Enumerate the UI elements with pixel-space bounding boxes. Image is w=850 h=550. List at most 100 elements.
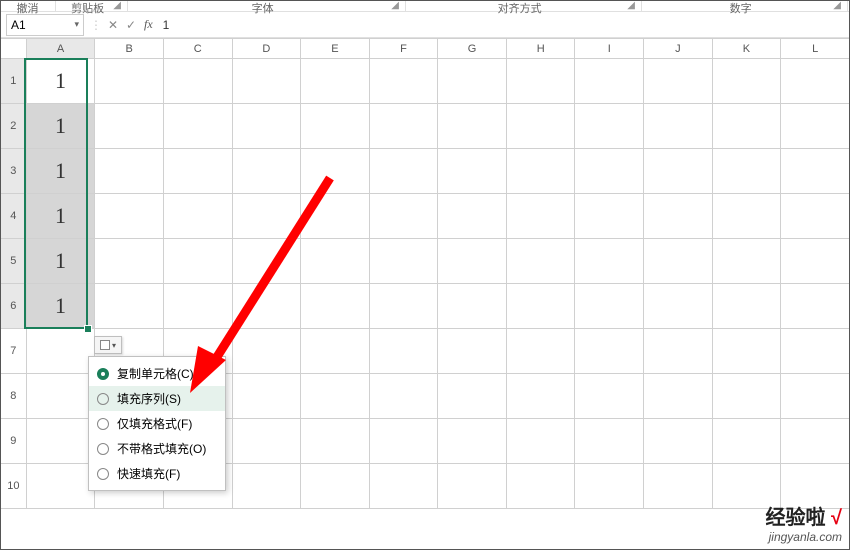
fill-handle[interactable] — [84, 325, 92, 333]
cell[interactable] — [506, 59, 575, 104]
cell[interactable] — [163, 149, 232, 194]
cell[interactable] — [232, 239, 301, 284]
cell[interactable] — [95, 149, 164, 194]
cell[interactable] — [369, 239, 438, 284]
col-header[interactable]: A — [26, 39, 95, 59]
cell[interactable] — [232, 149, 301, 194]
confirm-button[interactable]: ✓ — [122, 18, 140, 32]
cell[interactable] — [575, 374, 644, 419]
cell[interactable] — [781, 284, 850, 329]
menu-item-flash-fill[interactable]: 快速填充(F) — [89, 461, 225, 486]
cell[interactable] — [438, 149, 507, 194]
cell[interactable] — [301, 329, 370, 374]
cell[interactable] — [232, 194, 301, 239]
row-header[interactable]: 3 — [1, 149, 27, 194]
cell[interactable] — [369, 374, 438, 419]
cell[interactable] — [506, 104, 575, 149]
cell[interactable] — [369, 149, 438, 194]
cell[interactable] — [438, 59, 507, 104]
cell[interactable] — [712, 329, 781, 374]
col-header[interactable]: E — [301, 39, 370, 59]
cell[interactable] — [644, 59, 713, 104]
cell[interactable] — [95, 59, 164, 104]
cell[interactable] — [781, 419, 850, 464]
dialog-launcher-icon[interactable]: ◢ — [391, 0, 399, 11]
cell[interactable] — [301, 59, 370, 104]
row-header[interactable]: 1 — [1, 59, 27, 104]
cell[interactable] — [781, 374, 850, 419]
cell[interactable] — [506, 284, 575, 329]
select-all-corner[interactable] — [1, 39, 27, 59]
cell[interactable] — [232, 329, 301, 374]
cell[interactable] — [26, 374, 95, 419]
cell[interactable] — [575, 284, 644, 329]
cell-A6[interactable]: 1 — [26, 284, 95, 329]
dialog-launcher-icon[interactable]: ◢ — [627, 0, 635, 11]
menu-item-fill-series[interactable]: 填充序列(S) — [89, 386, 225, 411]
cell[interactable] — [506, 149, 575, 194]
cell[interactable] — [575, 329, 644, 374]
cell[interactable] — [163, 59, 232, 104]
cell[interactable] — [163, 239, 232, 284]
fx-icon[interactable]: fx — [144, 17, 153, 32]
cell[interactable] — [712, 149, 781, 194]
col-header[interactable]: G — [438, 39, 507, 59]
formula-input[interactable]: 1 — [157, 18, 170, 32]
cell[interactable] — [506, 374, 575, 419]
autofill-options-button[interactable]: ▾ — [94, 336, 122, 354]
cell[interactable] — [95, 104, 164, 149]
cell[interactable] — [301, 194, 370, 239]
cell[interactable] — [438, 329, 507, 374]
cell[interactable] — [781, 194, 850, 239]
cell[interactable] — [369, 104, 438, 149]
autofill-options-menu[interactable]: 复制单元格(C) 填充序列(S) 仅填充格式(F) 不带格式填充(O) 快速填充… — [88, 356, 226, 491]
menu-item-copy-cells[interactable]: 复制单元格(C) — [89, 361, 225, 386]
cell[interactable] — [438, 104, 507, 149]
cancel-button[interactable]: ✕ — [104, 18, 122, 32]
cell[interactable] — [781, 104, 850, 149]
cell[interactable] — [301, 149, 370, 194]
col-header[interactable]: I — [575, 39, 644, 59]
chevron-down-icon[interactable]: ▾ — [74, 19, 79, 30]
cell[interactable] — [369, 59, 438, 104]
cell[interactable] — [301, 104, 370, 149]
cell[interactable] — [644, 419, 713, 464]
cell[interactable] — [438, 239, 507, 284]
col-header[interactable]: L — [781, 39, 850, 59]
cell[interactable] — [95, 284, 164, 329]
cell[interactable] — [644, 374, 713, 419]
cell-A4[interactable]: 1 — [26, 194, 95, 239]
cell[interactable] — [712, 104, 781, 149]
row-header[interactable]: 6 — [1, 284, 27, 329]
cell[interactable] — [301, 374, 370, 419]
cell[interactable] — [644, 104, 713, 149]
col-header[interactable]: J — [644, 39, 713, 59]
cell[interactable] — [506, 464, 575, 509]
cell[interactable] — [438, 419, 507, 464]
cell[interactable] — [369, 284, 438, 329]
cell[interactable] — [781, 464, 850, 509]
cell[interactable] — [369, 419, 438, 464]
cell-A3[interactable]: 1 — [26, 149, 95, 194]
cell[interactable] — [26, 464, 95, 509]
row-header[interactable]: 8 — [1, 374, 27, 419]
col-header[interactable]: B — [95, 39, 164, 59]
col-header[interactable]: F — [369, 39, 438, 59]
row-header[interactable]: 7 — [1, 329, 27, 374]
cell[interactable] — [438, 194, 507, 239]
cell[interactable] — [712, 464, 781, 509]
cell[interactable] — [781, 149, 850, 194]
dialog-launcher-icon[interactable]: ◢ — [113, 0, 121, 11]
cell[interactable] — [506, 419, 575, 464]
cell[interactable] — [644, 284, 713, 329]
row-header[interactable]: 5 — [1, 239, 27, 284]
cell[interactable] — [232, 59, 301, 104]
cell[interactable] — [644, 329, 713, 374]
cell[interactable] — [95, 239, 164, 284]
cell[interactable] — [163, 104, 232, 149]
dialog-launcher-icon[interactable]: ◢ — [833, 0, 841, 11]
row-header[interactable]: 4 — [1, 194, 27, 239]
name-box[interactable]: A1 ▾ — [6, 14, 84, 36]
cell[interactable] — [712, 284, 781, 329]
cell[interactable] — [301, 239, 370, 284]
